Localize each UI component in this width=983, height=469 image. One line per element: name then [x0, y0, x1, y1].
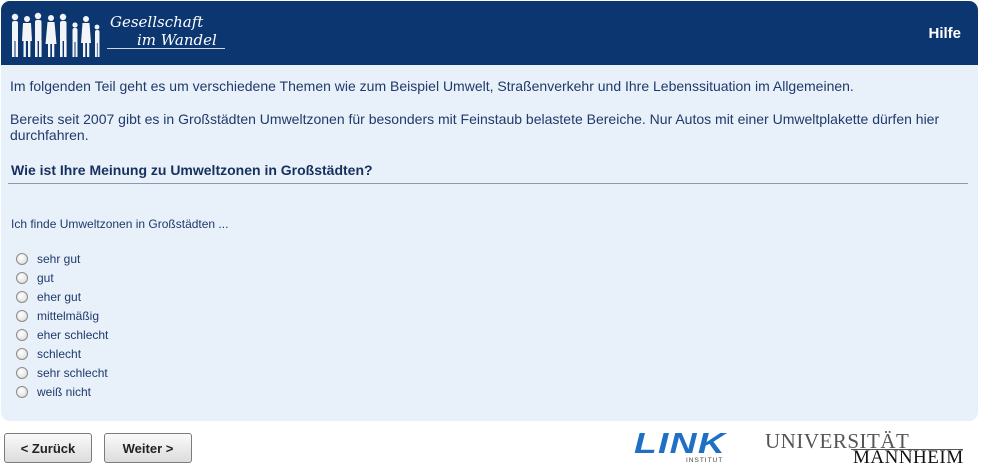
- intro-text: Im folgenden Teil geht es um verschieden…: [10, 78, 854, 94]
- header-bar: Gesellschaft im Wandel Hilfe: [1, 1, 978, 65]
- survey-panel: Gesellschaft im Wandel Hilfe: [1, 1, 978, 421]
- option-sehr-gut[interactable]: sehr gut: [16, 251, 80, 267]
- link-institut-logo: LINK INSTITUT: [634, 428, 727, 464]
- link-logo-sub: INSTITUT: [686, 457, 723, 464]
- radio-button[interactable]: [16, 272, 28, 284]
- option-label: mittelmäßig: [37, 309, 100, 323]
- uni-line2: MANNHEIM: [853, 447, 964, 468]
- question-heading: Wie ist Ihre Meinung zu Umweltzonen in G…: [11, 162, 373, 178]
- logo-line2: im Wandel: [137, 31, 217, 49]
- option-label: eher gut: [37, 290, 82, 304]
- link-logo-text: LINK: [634, 428, 727, 460]
- next-button[interactable]: Weiter >: [104, 433, 192, 463]
- option-sehr-schlecht[interactable]: sehr schlecht: [16, 365, 108, 381]
- option-mittelmaessig[interactable]: mittelmäßig: [16, 308, 99, 324]
- option-label: eher schlecht: [37, 328, 109, 342]
- option-eher-schlecht[interactable]: eher schlecht: [16, 327, 108, 343]
- help-link[interactable]: Hilfe: [928, 25, 961, 42]
- option-label: gut: [37, 271, 54, 285]
- option-label: schlecht: [37, 347, 82, 361]
- radio-button[interactable]: [16, 348, 28, 360]
- option-eher-gut[interactable]: eher gut: [16, 289, 81, 305]
- radio-button[interactable]: [16, 291, 28, 303]
- question-stem: Ich finde Umweltzonen in Großstädten ...: [11, 217, 229, 231]
- option-weiss-nicht[interactable]: weiß nicht: [16, 384, 91, 400]
- radio-button[interactable]: [16, 367, 28, 379]
- option-gut[interactable]: gut: [16, 270, 54, 286]
- context-text: Bereits seit 2007 gibt es in Großstädten…: [10, 111, 940, 143]
- back-button[interactable]: < Zurück: [4, 433, 92, 463]
- radio-button[interactable]: [16, 386, 28, 398]
- option-label: weiß nicht: [37, 385, 92, 399]
- logo-underline: [107, 48, 225, 49]
- logo-line1: Gesellschaft: [110, 13, 204, 31]
- people-silhouettes-icon: [11, 12, 100, 57]
- option-label: sehr schlecht: [37, 366, 108, 380]
- radio-button[interactable]: [16, 253, 28, 265]
- divider: [8, 183, 968, 184]
- option-label: sehr gut: [37, 252, 81, 266]
- radio-button[interactable]: [16, 329, 28, 341]
- radio-button[interactable]: [16, 310, 28, 322]
- logo-title: Gesellschaft im Wandel: [110, 13, 217, 49]
- option-schlecht[interactable]: schlecht: [16, 346, 81, 362]
